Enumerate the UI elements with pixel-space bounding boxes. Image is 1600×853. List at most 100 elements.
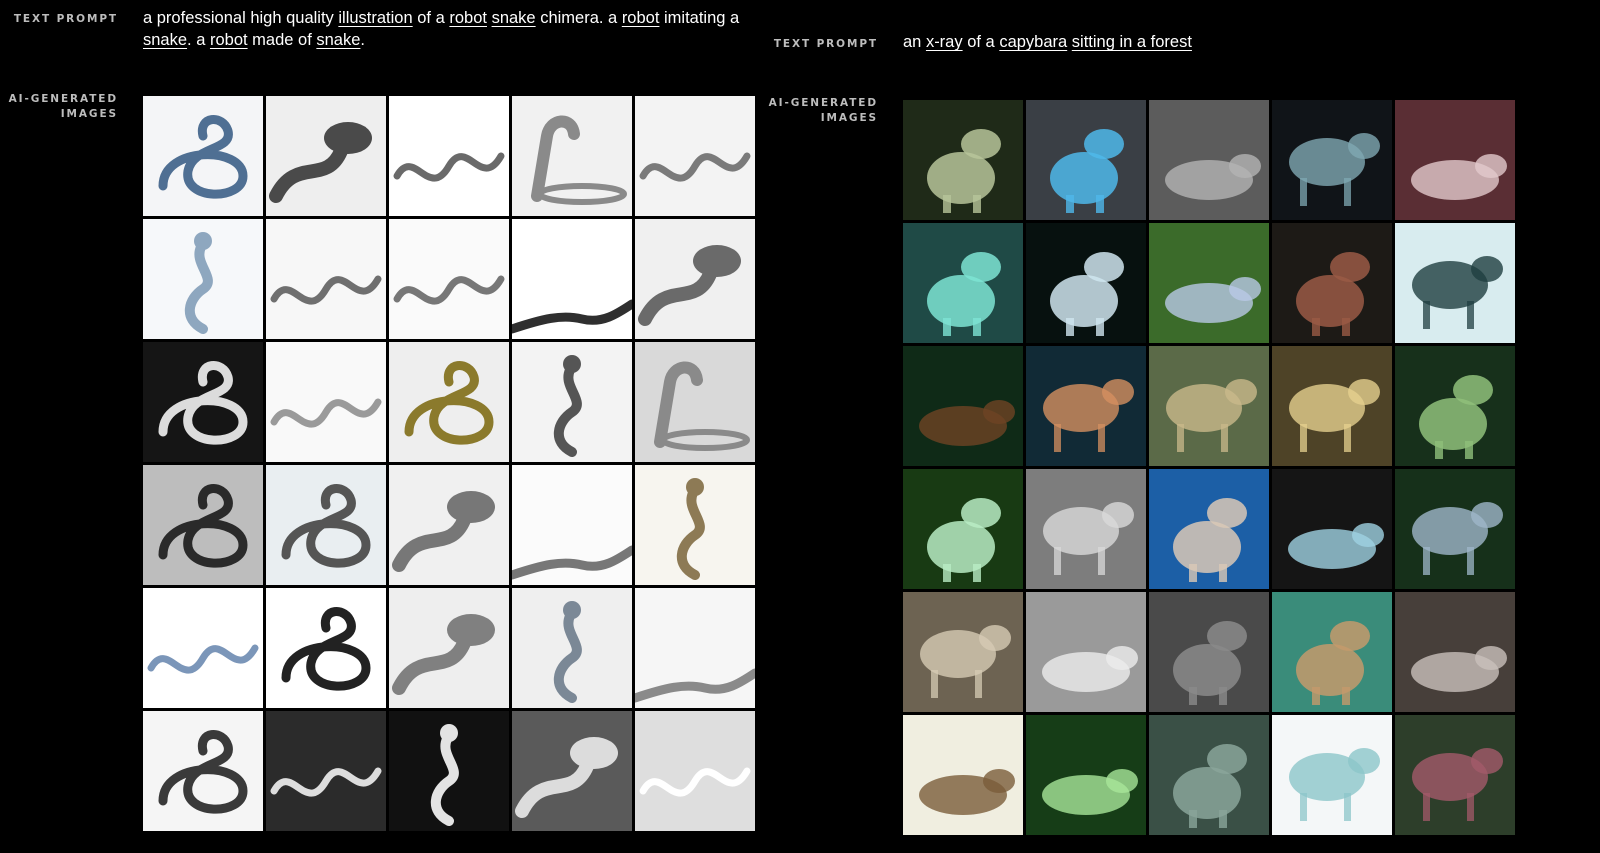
right-prompt-text: an x-ray of a capybara sitting in a fore…: [903, 31, 1503, 53]
generated-image-content: [1043, 379, 1134, 452]
generated-image: [635, 342, 755, 462]
generated-image: [266, 96, 386, 216]
generated-image-content: [1412, 502, 1503, 575]
prompt-keyword[interactable]: robot: [449, 9, 487, 27]
generated-image-content: [1289, 379, 1380, 452]
generated-image-content: [1411, 154, 1507, 200]
generated-image: [143, 219, 263, 339]
prompt-text-segment: made of: [247, 31, 317, 49]
generated-image-content: [1288, 523, 1384, 569]
generated-image-content: [393, 152, 505, 182]
prompt-keyword[interactable]: capybara: [999, 33, 1067, 51]
generated-image: [903, 469, 1023, 589]
generated-image-content: [1412, 748, 1503, 821]
generated-image: [389, 711, 509, 831]
generated-image: [1026, 223, 1146, 343]
generated-image-content: [1289, 133, 1380, 206]
right-images-label: AI-GENERATED IMAGES: [768, 97, 878, 124]
generated-image-content: [531, 115, 627, 205]
generated-image-content: [1296, 252, 1370, 336]
generated-image-content: [927, 129, 1001, 213]
prompt-keyword[interactable]: snake: [492, 9, 536, 27]
generated-image-content: [158, 730, 248, 814]
generated-image-content: [553, 601, 582, 703]
generated-image: [512, 711, 632, 831]
generated-image: [266, 465, 386, 585]
generated-image-content: [927, 498, 1001, 582]
prompt-keyword[interactable]: illustration: [338, 9, 412, 27]
generated-image: [389, 96, 509, 216]
prompt-keyword[interactable]: sitting in a forest: [1072, 33, 1192, 51]
generated-image: [903, 100, 1023, 220]
prompt-text-segment: imitating a: [659, 9, 740, 27]
generated-image-content: [654, 361, 750, 451]
generated-image-content: [1042, 646, 1138, 692]
generated-image-content: [1165, 154, 1261, 200]
generated-image-content: [919, 769, 1015, 815]
generated-image: [1395, 592, 1515, 712]
generated-image: [143, 588, 263, 708]
generated-image: [1272, 469, 1392, 589]
generated-image: [1395, 715, 1515, 835]
generated-image: [512, 588, 632, 708]
generated-image-content: [392, 491, 495, 572]
left-image-grid: [143, 96, 755, 831]
generated-image: [1395, 346, 1515, 466]
generated-image: [1149, 592, 1269, 712]
generated-image-content: [920, 625, 1011, 698]
prompt-keyword[interactable]: robot: [210, 31, 248, 49]
generated-image: [1026, 592, 1146, 712]
generated-image: [1272, 346, 1392, 466]
generated-image: [1149, 715, 1269, 835]
prompt-text-segment: chimera. a: [535, 9, 622, 27]
generated-image: [143, 711, 263, 831]
generated-image: [635, 219, 755, 339]
prompt-keyword[interactable]: robot: [622, 9, 660, 27]
generated-image-content: [1173, 498, 1247, 582]
generated-image: [266, 711, 386, 831]
generated-image-content: [184, 232, 213, 334]
generated-image: [1272, 592, 1392, 712]
generated-image: [1149, 346, 1269, 466]
generated-image: [1026, 100, 1146, 220]
generated-image: [1395, 469, 1515, 589]
generated-image-content: [1165, 277, 1261, 323]
generated-image-content: [393, 275, 505, 305]
generated-image: [1272, 223, 1392, 343]
prompt-keyword[interactable]: snake: [143, 31, 187, 49]
generated-image-content: [639, 152, 751, 182]
generated-image-content: [1166, 379, 1257, 452]
generated-image-content: [638, 245, 741, 326]
prompt-keyword[interactable]: x-ray: [926, 33, 963, 51]
generated-image-content: [1043, 502, 1134, 575]
generated-image-content: [269, 122, 372, 203]
generated-image: [1149, 469, 1269, 589]
generated-image: [1395, 100, 1515, 220]
generated-image-content: [512, 545, 632, 580]
generated-image: [1272, 100, 1392, 220]
prompt-keyword[interactable]: snake: [316, 31, 360, 49]
prompt-text-segment: . a: [187, 31, 210, 49]
left-images-label: AI-GENERATED IMAGES: [8, 93, 118, 120]
generated-image-content: [639, 767, 751, 797]
generated-image: [389, 465, 509, 585]
generated-image-content: [1419, 375, 1493, 459]
generated-image-content: [1412, 256, 1503, 329]
generated-image-content: [147, 644, 259, 674]
generated-image: [635, 588, 755, 708]
generated-image: [512, 465, 632, 585]
generated-image-content: [1289, 748, 1380, 821]
generated-image-content: [1411, 646, 1507, 692]
generated-image-content: [1296, 621, 1370, 705]
generated-image: [903, 223, 1023, 343]
right-image-grid: [903, 100, 1515, 835]
generated-image-content: [158, 484, 248, 568]
generated-image: [1395, 223, 1515, 343]
prompt-text-segment: an: [903, 33, 926, 51]
generated-image: [1272, 715, 1392, 835]
generated-image: [1026, 715, 1146, 835]
generated-image-content: [1050, 252, 1124, 336]
generated-image: [1026, 346, 1146, 466]
generated-image: [903, 715, 1023, 835]
generated-image: [1026, 469, 1146, 589]
